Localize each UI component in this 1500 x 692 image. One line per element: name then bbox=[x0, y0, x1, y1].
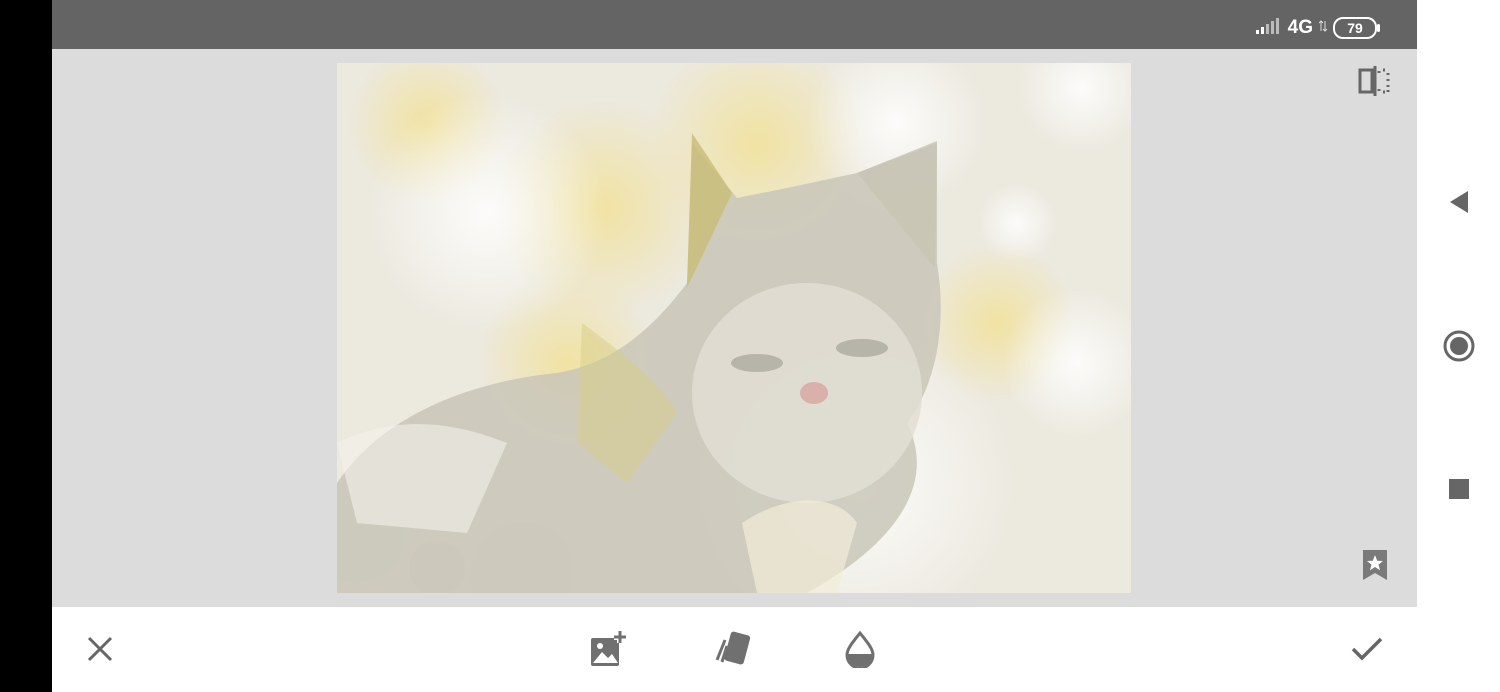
card-styles-icon[interactable] bbox=[713, 629, 753, 669]
back-triangle-icon[interactable] bbox=[1439, 182, 1479, 222]
image-canvas[interactable] bbox=[52, 49, 1417, 607]
bookmark-star-icon[interactable] bbox=[1359, 545, 1391, 585]
system-nav-bar bbox=[1417, 0, 1500, 692]
compare-icon[interactable] bbox=[1357, 63, 1393, 99]
checkmark-icon[interactable] bbox=[1347, 629, 1387, 669]
data-arrows-icon bbox=[1318, 19, 1328, 37]
status-indicators: 4G 79 bbox=[1255, 16, 1380, 39]
opacity-drop-icon[interactable] bbox=[840, 629, 880, 669]
signal-icon bbox=[1255, 16, 1282, 39]
kitten-photo bbox=[337, 63, 1131, 593]
battery-icon: 79 bbox=[1333, 16, 1380, 39]
recents-square-icon[interactable] bbox=[1439, 469, 1479, 509]
left-black-edge bbox=[0, 0, 52, 692]
network-type-label: 4G bbox=[1287, 16, 1313, 38]
status-bar: 4G 79 bbox=[52, 0, 1417, 49]
close-icon[interactable] bbox=[80, 629, 120, 669]
battery-level: 79 bbox=[1347, 19, 1363, 36]
home-circle-icon[interactable] bbox=[1439, 326, 1479, 366]
add-image-icon[interactable] bbox=[588, 629, 628, 669]
bottom-toolbar bbox=[52, 607, 1417, 692]
